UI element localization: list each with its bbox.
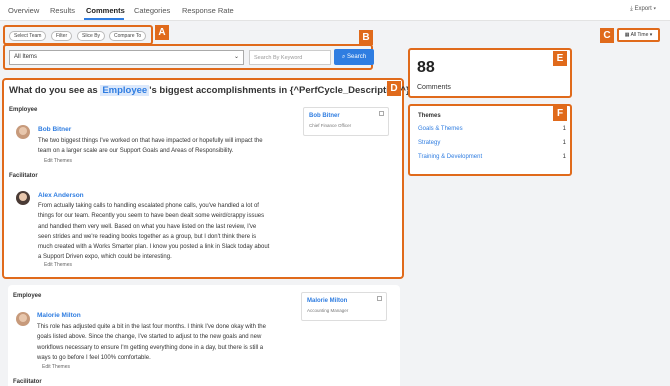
filter-bar: Select Team Filter Slice By Compare To [3, 25, 153, 45]
response-text: This role has adjusted quite a bit in th… [37, 324, 266, 361]
annotation-badge-e: E [553, 51, 567, 66]
avatar [16, 191, 30, 205]
edit-themes-link[interactable]: Edit Themes [44, 158, 72, 164]
tab-comments[interactable]: Comments [86, 6, 125, 15]
calendar-icon: ▦ [624, 32, 630, 38]
filter-button[interactable]: Filter [51, 31, 73, 41]
edit-themes-link[interactable]: Edit Themes [42, 364, 70, 370]
search-button[interactable]: ⌕ Search [334, 49, 374, 65]
external-link-icon [377, 296, 382, 301]
response-text: The two biggest things I've worked on th… [38, 138, 263, 155]
external-link-icon [379, 111, 384, 116]
response-text: From actually taking calls to handling e… [38, 203, 270, 261]
annotation-badge-b: B [359, 30, 373, 45]
annotation-badge-f: F [553, 106, 567, 121]
themes-title: Themes [418, 113, 441, 119]
comments-summary-card: 88 Comments [408, 48, 572, 98]
slice-by-button[interactable]: Slice By [77, 31, 106, 41]
question-title: What do you see as Employee's biggest ac… [9, 85, 416, 96]
item-select[interactable]: All Items ⌄ [9, 50, 244, 65]
avatar [16, 125, 30, 139]
response-card: Employee Malorie Milton This role has ad… [8, 285, 400, 386]
question-card: What do you see as Employee's biggest ac… [2, 78, 415, 279]
top-nav: Overview Results Comments Categories Res… [0, 0, 670, 21]
edit-themes-link[interactable]: Edit Themes [44, 262, 72, 268]
section-label-facilitator: Facilitator [9, 173, 38, 179]
comment-count-label: Comments [417, 84, 451, 91]
section-label-employee: Employee [13, 293, 42, 299]
keyword-search-input[interactable]: Search By Keyword [249, 50, 331, 65]
annotation-badge-a: A [155, 25, 169, 40]
theme-row[interactable]: Training & Development 1 [418, 154, 566, 160]
export-button[interactable]: ⤓ Export ▾ [630, 6, 656, 13]
active-tab-indicator [84, 18, 124, 20]
section-label-employee: Employee [9, 107, 38, 113]
compare-to-button[interactable]: Compare To [109, 31, 147, 41]
date-range-dropdown[interactable]: ▦ All Time ▾ [617, 28, 660, 42]
annotation-badge-c: C [600, 28, 614, 43]
avatar [16, 312, 30, 326]
tab-results[interactable]: Results [50, 6, 75, 15]
chevron-down-icon: ⌄ [233, 54, 239, 60]
profile-card[interactable]: Bob Bitner Chief Finance Officer [303, 107, 389, 136]
respondent-name[interactable]: Alex Anderson [38, 192, 84, 199]
tab-response-rate[interactable]: Response Rate [182, 6, 234, 15]
profile-name: Malorie Milton [307, 298, 348, 304]
themes-card: Themes Goals & Themes 1 Strategy 1 Train… [408, 104, 572, 176]
tab-overview[interactable]: Overview [8, 6, 39, 15]
theme-row[interactable]: Goals & Themes 1 [418, 126, 566, 132]
section-label-facilitator: Facilitator [13, 379, 42, 385]
download-icon: ⤓ [630, 6, 633, 12]
theme-row[interactable]: Strategy 1 [418, 140, 566, 146]
respondent-name[interactable]: Bob Bitner [38, 126, 71, 133]
profile-role: Chief Finance Officer [309, 123, 352, 128]
comment-count: 88 [417, 59, 435, 76]
profile-role: Accounting Manager [307, 308, 349, 313]
respondent-name[interactable]: Malorie Milton [37, 312, 81, 319]
tab-categories[interactable]: Categories [134, 6, 170, 15]
profile-card[interactable]: Malorie Milton Accounting Manager [301, 292, 387, 321]
annotation-badge-d: D [387, 81, 401, 96]
profile-name: Bob Bitner [309, 113, 340, 119]
search-bar: All Items ⌄ Search By Keyword ⌕ Search [3, 44, 374, 70]
question-highlight: Employee [100, 85, 150, 96]
search-icon: ⌕ [341, 54, 346, 60]
select-team-button[interactable]: Select Team [9, 31, 47, 41]
